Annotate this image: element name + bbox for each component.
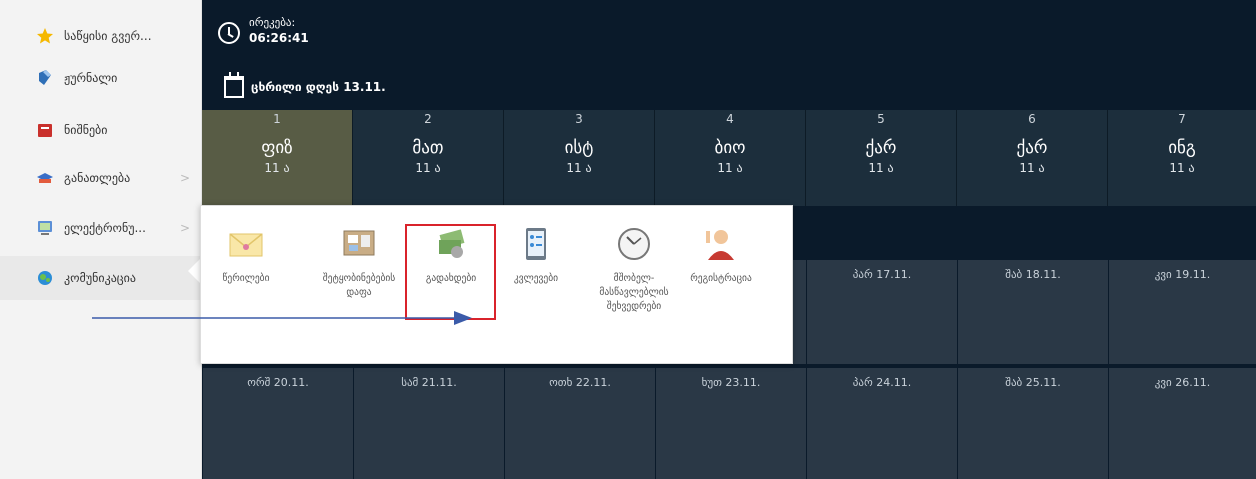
lesson-card[interactable]: 4 ბიო 11 ა [655, 110, 806, 206]
calendar-day-label: ოთხ 22.11. [549, 376, 611, 389]
lesson-number: 1 [273, 112, 281, 126]
calendar-day-label: პარ 24.11. [852, 376, 912, 389]
lesson-class: 11 ა [1019, 161, 1045, 175]
payments-highlight-box [405, 224, 496, 320]
star-icon [36, 27, 54, 45]
lesson-subject: მათ [412, 138, 444, 158]
calendar-day-label: პარ 17.11. [852, 268, 912, 281]
sidebar: საწყისი გვერ... ჟურნალი ნიშნები განათლებ… [0, 0, 202, 479]
lesson-class: 11 ა [868, 161, 894, 175]
calendar-day[interactable]: კვი 19.11. [1109, 260, 1256, 364]
calendar-day-label: შაბ 18.11. [1005, 268, 1061, 281]
lesson-number: 7 [1178, 112, 1186, 126]
education-icon [36, 169, 54, 187]
lesson-card[interactable]: 2 მათ 11 ა [353, 110, 504, 206]
sidebar-item-home[interactable]: საწყისი გვერ... [0, 14, 202, 58]
journal-icon [36, 69, 54, 87]
lesson-number: 6 [1028, 112, 1036, 126]
communication-icon [36, 269, 54, 287]
lesson-class: 11 ა [264, 161, 290, 175]
sidebar-item-label: საწყისი გვერ... [64, 29, 152, 43]
annotation-arrow [92, 311, 472, 325]
surveys-icon [526, 228, 546, 260]
calendar-day[interactable]: კვი 26.11. [1109, 368, 1256, 479]
sidebar-item-label: ნიშნები [64, 123, 108, 137]
bell-time-label: ირეკება: [249, 16, 296, 29]
header: ირეკება: 06:26:41 ცხრილი დღეს 13.11. [202, 0, 1256, 110]
chevron-right-icon: > [180, 221, 191, 235]
electronic-icon [36, 219, 54, 237]
schedule-title: ცხრილი დღეს 13.11. [251, 80, 386, 94]
sidebar-item-label: კომუნიკაცია [64, 271, 136, 285]
lesson-class: 11 ა [415, 161, 441, 175]
lesson-card[interactable]: 6 ქარ 11 ა [957, 110, 1108, 206]
lesson-subject: ქარ [865, 138, 897, 158]
calendar-day[interactable]: ოთხ 22.11. [505, 368, 655, 479]
lesson-card[interactable]: 7 ინგ 11 ა [1108, 110, 1256, 206]
lesson-class: 11 ა [717, 161, 743, 175]
calendar-day[interactable]: ხუთ 23.11. [656, 368, 806, 479]
lesson-subject: ბიო [714, 138, 746, 158]
lesson-class: 11 ა [1169, 161, 1195, 175]
communication-popup-menu: წერილები შეტყობინებების დაფა გადახდები კ… [200, 205, 793, 364]
lesson-subject: ისტ [564, 138, 594, 158]
calendar-day[interactable]: ორშ 20.11. [203, 368, 353, 479]
menu-item-label: წერილები [222, 273, 270, 284]
calendar-day[interactable]: პარ 17.11. [807, 260, 957, 364]
clock-icon [218, 22, 240, 44]
sidebar-item-communication[interactable]: კომუნიკაცია [0, 256, 202, 300]
lesson-number: 3 [575, 112, 583, 126]
calendar-day[interactable]: შაბ 18.11. [958, 260, 1108, 364]
registration-icon [706, 230, 734, 260]
calendar-day-label: კვი 19.11. [1154, 268, 1211, 281]
grades-icon [36, 121, 54, 139]
menu-item-registration[interactable]: რეგისტრაცია [676, 226, 766, 286]
calendar-day[interactable]: პარ 24.11. [807, 368, 957, 479]
lesson-subject: ინგ [1168, 138, 1196, 158]
calendar-day[interactable]: სამ 21.11. [354, 368, 504, 479]
lesson-card[interactable]: 1 ფიზ 11 ა [202, 110, 353, 206]
menu-item-surveys[interactable]: კვლევები [491, 226, 581, 286]
menu-item-label: მშობელ-მასწავლებლის შეხვედრები [599, 273, 669, 312]
lesson-strip: 1 ფიზ 11 ა 2 მათ 11 ა 3 ისტ 11 ა 4 ბიო 1… [202, 110, 1256, 206]
calendar-day-label: ხუთ 23.11. [701, 376, 761, 389]
calendar-day-label: შაბ 25.11. [1005, 376, 1061, 389]
calendar-day-label: ორშ 20.11. [247, 376, 309, 389]
sidebar-item-label: ელექტრონუ... [64, 221, 146, 235]
menu-item-noticeboard[interactable]: შეტყობინებების დაფა [311, 226, 407, 300]
calendar-icon [224, 72, 244, 98]
lesson-number: 4 [726, 112, 734, 126]
menu-item-letters[interactable]: წერილები [201, 226, 291, 286]
lesson-class: 11 ა [566, 161, 592, 175]
lesson-subject: ფიზ [261, 138, 293, 158]
sidebar-item-education[interactable]: განათლება > [0, 156, 202, 200]
sidebar-item-grades[interactable]: ნიშნები [0, 108, 202, 152]
lesson-number: 5 [877, 112, 885, 126]
menu-item-label: შეტყობინებების დაფა [322, 273, 396, 298]
sidebar-item-electronic[interactable]: ელექტრონუ... > [0, 206, 202, 250]
sidebar-item-label: განათლება [64, 171, 131, 185]
chevron-right-icon: > [180, 171, 191, 185]
menu-item-label: რეგისტრაცია [690, 273, 752, 284]
sidebar-item-journal[interactable]: ჟურნალი [0, 56, 202, 100]
lesson-subject: ქარ [1016, 138, 1048, 158]
envelope-icon [229, 233, 263, 257]
menu-item-parent-teacher-meetings[interactable]: მშობელ-მასწავლებლის შეხვედრები [586, 226, 682, 314]
bell-time-value: 06:26:41 [249, 31, 309, 45]
calendar-day-label: კვი 26.11. [1154, 376, 1211, 389]
menu-item-label: კვლევები [513, 273, 559, 284]
lesson-card[interactable]: 5 ქარ 11 ა [806, 110, 957, 206]
lesson-card[interactable]: 3 ისტ 11 ა [504, 110, 655, 206]
calendar-day[interactable]: შაბ 25.11. [958, 368, 1108, 479]
noticeboard-icon [343, 230, 375, 256]
clock-icon [618, 228, 650, 260]
calendar-day-label: სამ 21.11. [401, 376, 457, 389]
lesson-number: 2 [424, 112, 432, 126]
sidebar-item-label: ჟურნალი [64, 71, 118, 85]
